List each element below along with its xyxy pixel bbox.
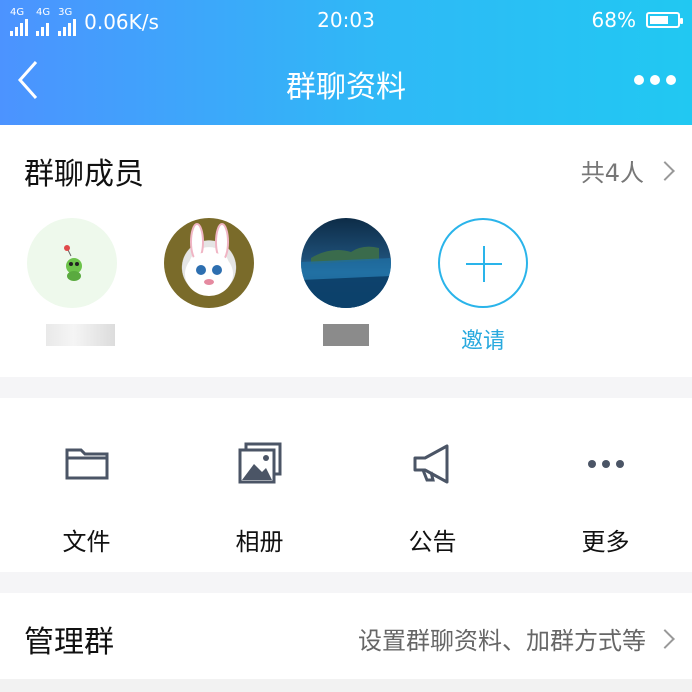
- manage-group-row[interactable]: 管理群 设置群聊资料、加群方式等: [0, 593, 692, 679]
- member-avatar-2[interactable]: [164, 218, 254, 308]
- dot-icon: [666, 75, 676, 85]
- member-avatar-1[interactable]: [27, 218, 117, 308]
- member-name-redacted-1: [46, 324, 115, 346]
- top-header: 4G 4G 3G 0.06K/s 20:03 68% 群聊资料: [0, 0, 692, 125]
- dot-icon: [650, 75, 660, 85]
- tool-label: 更多: [581, 528, 630, 556]
- invite-member-button[interactable]: [438, 218, 528, 308]
- status-bar: 4G 4G 3G 0.06K/s 20:03 68%: [0, 0, 692, 40]
- dot-icon: [634, 75, 644, 85]
- status-right: 68%: [591, 8, 683, 32]
- more-dots-icon: [587, 460, 624, 468]
- manage-title: 管理群: [24, 625, 114, 660]
- tool-announcement[interactable]: 公告: [346, 398, 519, 572]
- more-options-button[interactable]: [634, 72, 678, 88]
- page-title: 群聊资料: [286, 70, 406, 105]
- folder-icon: [65, 448, 108, 480]
- frog-avatar-icon: [64, 245, 82, 281]
- ocean-island-avatar-icon: [301, 246, 391, 308]
- chevron-right-icon: [655, 160, 675, 181]
- invite-label[interactable]: 邀请: [438, 323, 528, 355]
- chevron-right-icon: [655, 628, 675, 649]
- tool-label: 相册: [235, 528, 284, 556]
- battery-fill: [650, 16, 668, 24]
- tool-label: 公告: [408, 528, 457, 556]
- member-avatar-3[interactable]: [301, 218, 391, 308]
- tool-label: 文件: [62, 528, 111, 556]
- rabbit-avatar-icon: [185, 223, 233, 296]
- member-name-redacted-2: [323, 324, 369, 346]
- megaphone-icon: [413, 444, 448, 484]
- group-tools-section: 文件 相册 公告 更多: [0, 398, 692, 572]
- battery-percent: 68%: [591, 8, 636, 32]
- tool-files[interactable]: 文件: [0, 398, 173, 572]
- tool-album[interactable]: 相册: [173, 398, 346, 572]
- battery-icon: [646, 12, 683, 28]
- status-time: 20:03: [317, 8, 375, 32]
- manage-subtitle: 设置群聊资料、加群方式等: [358, 627, 646, 655]
- manage-subtitle-link[interactable]: 设置群聊资料、加群方式等: [358, 621, 675, 656]
- group-members-section: 群聊成员 共4人 邀请: [0, 125, 692, 377]
- bottom-divider: [0, 679, 692, 692]
- members-count: 共4人: [580, 159, 644, 187]
- tool-more[interactable]: 更多: [519, 398, 692, 572]
- members-count-link[interactable]: 共4人: [580, 153, 675, 188]
- album-icon: [238, 442, 281, 484]
- members-title: 群聊成员: [24, 157, 144, 192]
